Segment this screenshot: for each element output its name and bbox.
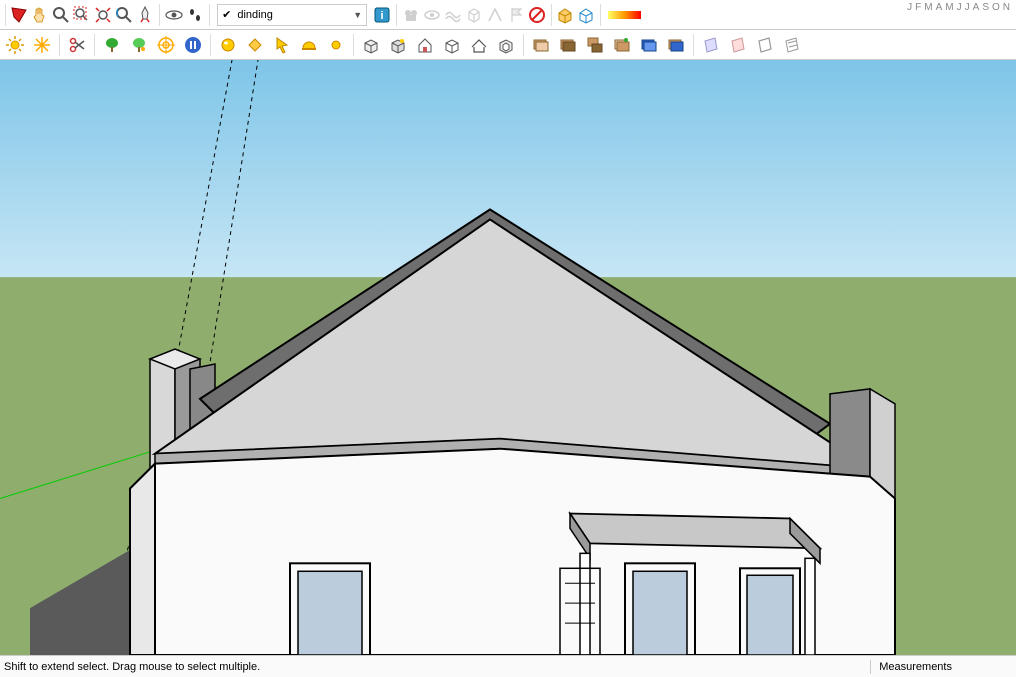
status-hint: Shift to extend select. Drag mouse to se… xyxy=(4,661,862,673)
pause-icon[interactable] xyxy=(180,32,206,58)
style-cube-icon[interactable] xyxy=(576,2,596,28)
target-icon[interactable] xyxy=(153,32,179,58)
month-strip-container: JFMAMJJASON xyxy=(902,2,1012,13)
zoom-icon[interactable] xyxy=(51,2,71,28)
diamond-icon[interactable] xyxy=(242,32,268,58)
sheet-2-icon[interactable] xyxy=(725,32,751,58)
separator xyxy=(523,34,524,56)
house-icon[interactable] xyxy=(412,32,438,58)
shadow-edge-icon[interactable] xyxy=(485,2,505,28)
eye-icon[interactable] xyxy=(164,2,184,28)
sheet-3-icon[interactable] xyxy=(752,32,778,58)
tree-2-icon[interactable] xyxy=(126,32,152,58)
layer-selected-label: dinding xyxy=(237,9,272,21)
svg-text:i: i xyxy=(381,10,384,22)
layer-3-icon[interactable] xyxy=(582,32,608,58)
toolbar-row-1: ✔ dinding ▼ i xyxy=(0,0,1016,30)
layers-info-icon[interactable]: i xyxy=(372,2,392,28)
layer-6-icon[interactable] xyxy=(663,32,689,58)
layer-4-icon[interactable] xyxy=(609,32,635,58)
shadow-gradient-bar xyxy=(608,11,641,19)
kite-icon[interactable] xyxy=(9,2,29,28)
status-divider xyxy=(870,660,871,674)
roof-icon[interactable] xyxy=(466,32,492,58)
separator xyxy=(353,34,354,56)
box-1-icon[interactable] xyxy=(358,32,384,58)
star-burst-icon[interactable] xyxy=(29,32,55,58)
helmet-icon[interactable] xyxy=(296,32,322,58)
month-strip[interactable]: JFMAMJJASON xyxy=(906,2,1012,13)
shadow-eye-icon[interactable] xyxy=(422,2,442,28)
zoom-previous-icon[interactable] xyxy=(114,2,134,28)
separator xyxy=(693,34,694,56)
shadow-flag-icon[interactable] xyxy=(506,2,526,28)
shadow-settings-icon[interactable] xyxy=(401,2,421,28)
zoom-window-icon[interactable] xyxy=(72,2,92,28)
block-icon[interactable] xyxy=(527,2,547,28)
layer-2-icon[interactable] xyxy=(555,32,581,58)
status-bar: Shift to extend select. Drag mouse to se… xyxy=(0,655,1016,677)
layer-1-icon[interactable] xyxy=(528,32,554,58)
rocket-icon[interactable] xyxy=(135,2,155,28)
sheet-1-icon[interactable] xyxy=(698,32,724,58)
separator xyxy=(210,34,211,56)
separator xyxy=(94,34,95,56)
footprints-icon[interactable] xyxy=(185,2,205,28)
zoom-extents-icon[interactable] xyxy=(93,2,113,28)
dot-icon[interactable] xyxy=(323,32,349,58)
layer-5-icon[interactable] xyxy=(636,32,662,58)
roof-open-icon[interactable] xyxy=(493,32,519,58)
viewport-3d[interactable] xyxy=(0,60,1016,655)
sun-icon[interactable] xyxy=(2,32,28,58)
pointer-icon[interactable] xyxy=(269,32,295,58)
tree-1-icon[interactable] xyxy=(99,32,125,58)
separator xyxy=(59,34,60,56)
toolbar-row-2 xyxy=(0,30,1016,60)
layer-dropdown[interactable]: ✔ dinding ▼ xyxy=(217,4,367,26)
sphere-icon[interactable] xyxy=(215,32,241,58)
box-2-icon[interactable] xyxy=(385,32,411,58)
shadow-cube-icon[interactable] xyxy=(464,2,484,28)
check-icon: ✔ xyxy=(222,8,231,21)
scissors-icon[interactable] xyxy=(64,32,90,58)
measurements-label: Measurements xyxy=(879,661,952,673)
hand-icon[interactable] xyxy=(30,2,50,28)
shadow-wave-icon[interactable] xyxy=(443,2,463,28)
style-box-icon[interactable] xyxy=(555,2,575,28)
dropdown-arrow-icon: ▼ xyxy=(353,10,362,20)
box-open-icon[interactable] xyxy=(439,32,465,58)
sheet-4-icon[interactable] xyxy=(779,32,805,58)
